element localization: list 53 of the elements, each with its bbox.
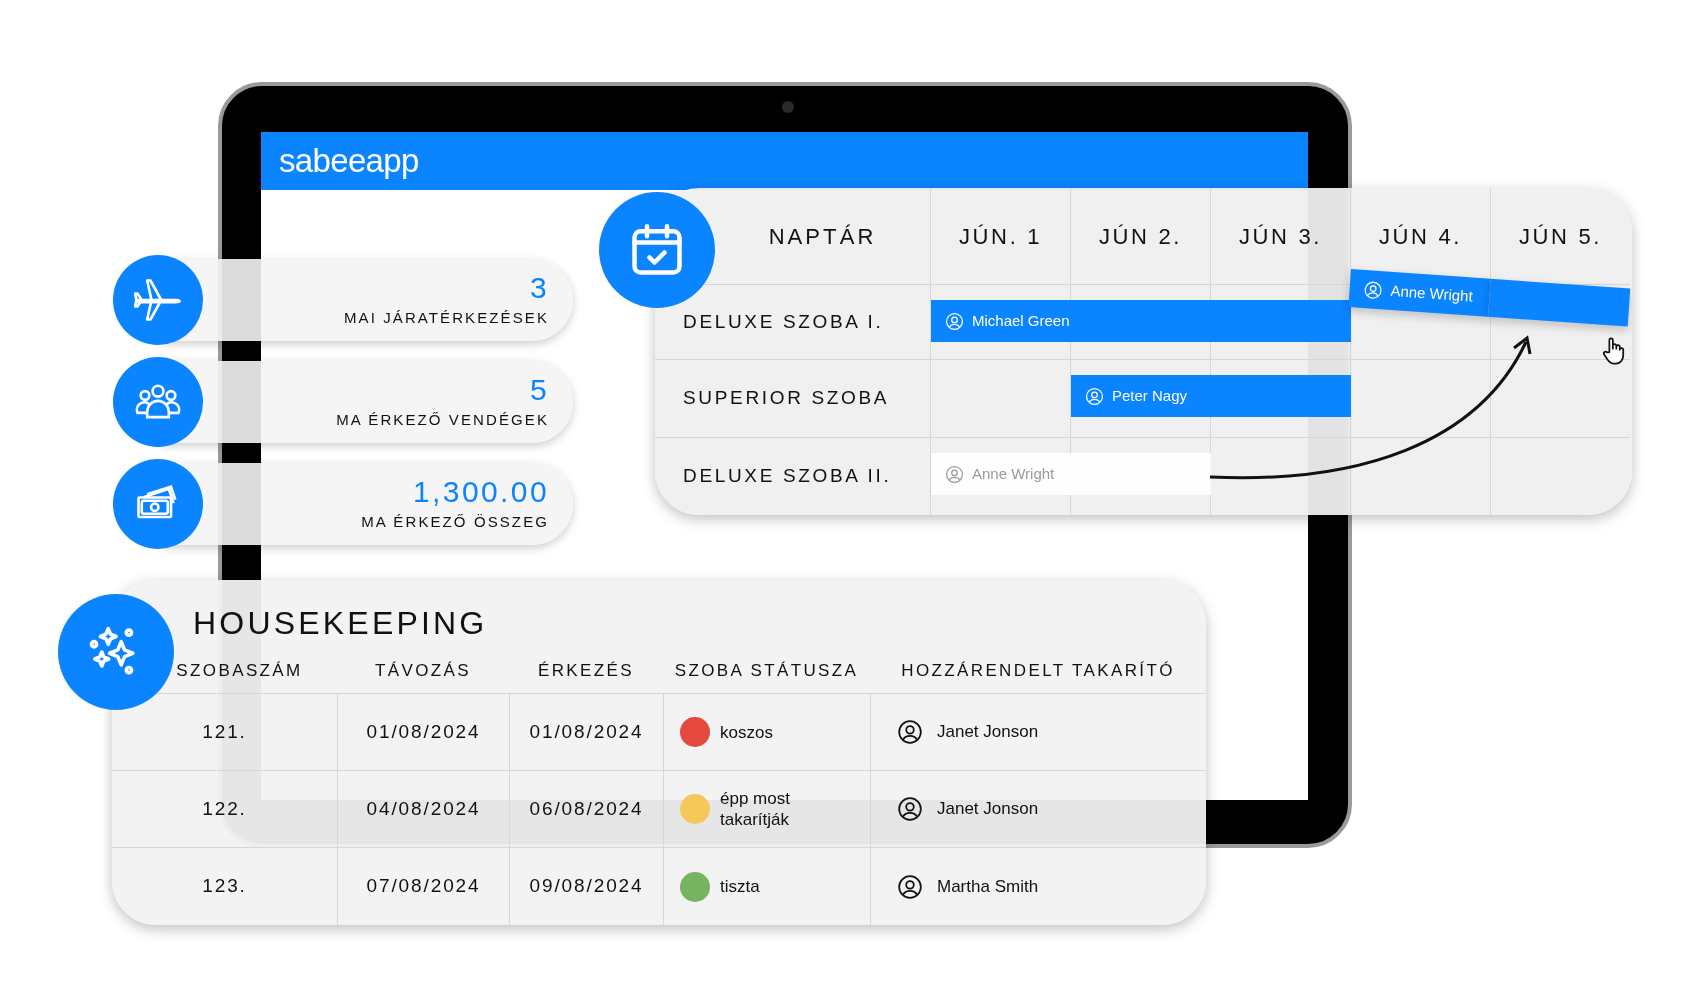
room-name: DELUXE SZOBA II.: [683, 464, 892, 489]
table-cell-text: 01/08/2024: [529, 719, 644, 744]
date-header: JÚN 2.: [1098, 222, 1183, 251]
table-cell-text: 121.: [202, 719, 247, 744]
app-logo: sabeeapp: [279, 141, 419, 182]
user-icon: [897, 873, 923, 900]
date-header: JÚN 4.: [1378, 222, 1463, 251]
column-header: ÉRKEZÉS: [538, 660, 634, 683]
date-header: JÚN 3.: [1238, 222, 1323, 251]
calendar-title: NAPTÁR: [768, 222, 877, 251]
cleaner-name: Janet Jonson: [937, 721, 1039, 744]
stat-value: 5: [529, 372, 549, 407]
stat-label: MA ÉRKEZŐ ÖSSZEG: [361, 511, 549, 532]
booking-bar-segment[interactable]: [931, 300, 1071, 342]
cleaner-name: Janet Jonson: [937, 798, 1039, 821]
stat-label: MAI JÁRATÉRKEZÉSEK: [343, 307, 549, 328]
stat-value: 3: [529, 270, 549, 305]
dragged-booking-segment[interactable]: [1488, 278, 1631, 327]
guest-name: Anne Wright: [972, 463, 1055, 484]
stat-value: 1,300.00: [413, 474, 549, 509]
user-icon: [945, 464, 964, 484]
table-cell-text: 01/08/2024: [366, 719, 481, 744]
guest-name: Anne Wright: [1389, 280, 1474, 307]
table-cell-text: 06/08/2024: [529, 796, 644, 821]
column-header: TÁVOZÁS: [375, 660, 471, 683]
table-cell-text: 07/08/2024: [366, 874, 481, 899]
room-name: SUPERIOR SZOBA: [683, 386, 890, 411]
cleaner-name: Martha Smith: [937, 875, 1039, 898]
stat-label: MA ÉRKEZŐ VENDÉGEK: [336, 409, 549, 430]
column-header: SZOBA STÁTUSZA: [674, 660, 859, 683]
user-icon: [897, 796, 923, 822]
date-header: JÚN. 1: [958, 222, 1043, 251]
guest-name: Michael Green: [972, 310, 1070, 331]
room-name: DELUXE SZOBA I.: [683, 309, 884, 334]
date-header: JÚN 5.: [1518, 222, 1603, 251]
table-cell-text: 123.: [202, 874, 247, 899]
guest-name: Peter Nagy: [1112, 385, 1188, 406]
table-cell-text: 09/08/2024: [529, 874, 644, 899]
booking-bar-segment[interactable]: [1071, 375, 1211, 417]
ghost-booking-segment[interactable]: [931, 453, 1071, 495]
room-status: koszos: [720, 721, 774, 743]
user-icon: [897, 719, 923, 745]
section-title: HOUSEKEEPING: [193, 604, 488, 644]
room-status: épp most takarítják: [720, 788, 791, 830]
column-header: HOZZÁRENDELT TAKARÍTÓ: [901, 660, 1175, 683]
column-header: SZOBASZÁM: [176, 660, 303, 683]
user-icon: [1085, 386, 1104, 406]
user-icon: [945, 311, 964, 331]
table-cell-text: 122.: [202, 796, 247, 821]
table-cell-text: 04/08/2024: [366, 796, 481, 821]
user-icon: [1363, 279, 1384, 300]
dragged-booking-segment[interactable]: [1348, 269, 1491, 317]
room-status: tiszta: [720, 876, 761, 897]
